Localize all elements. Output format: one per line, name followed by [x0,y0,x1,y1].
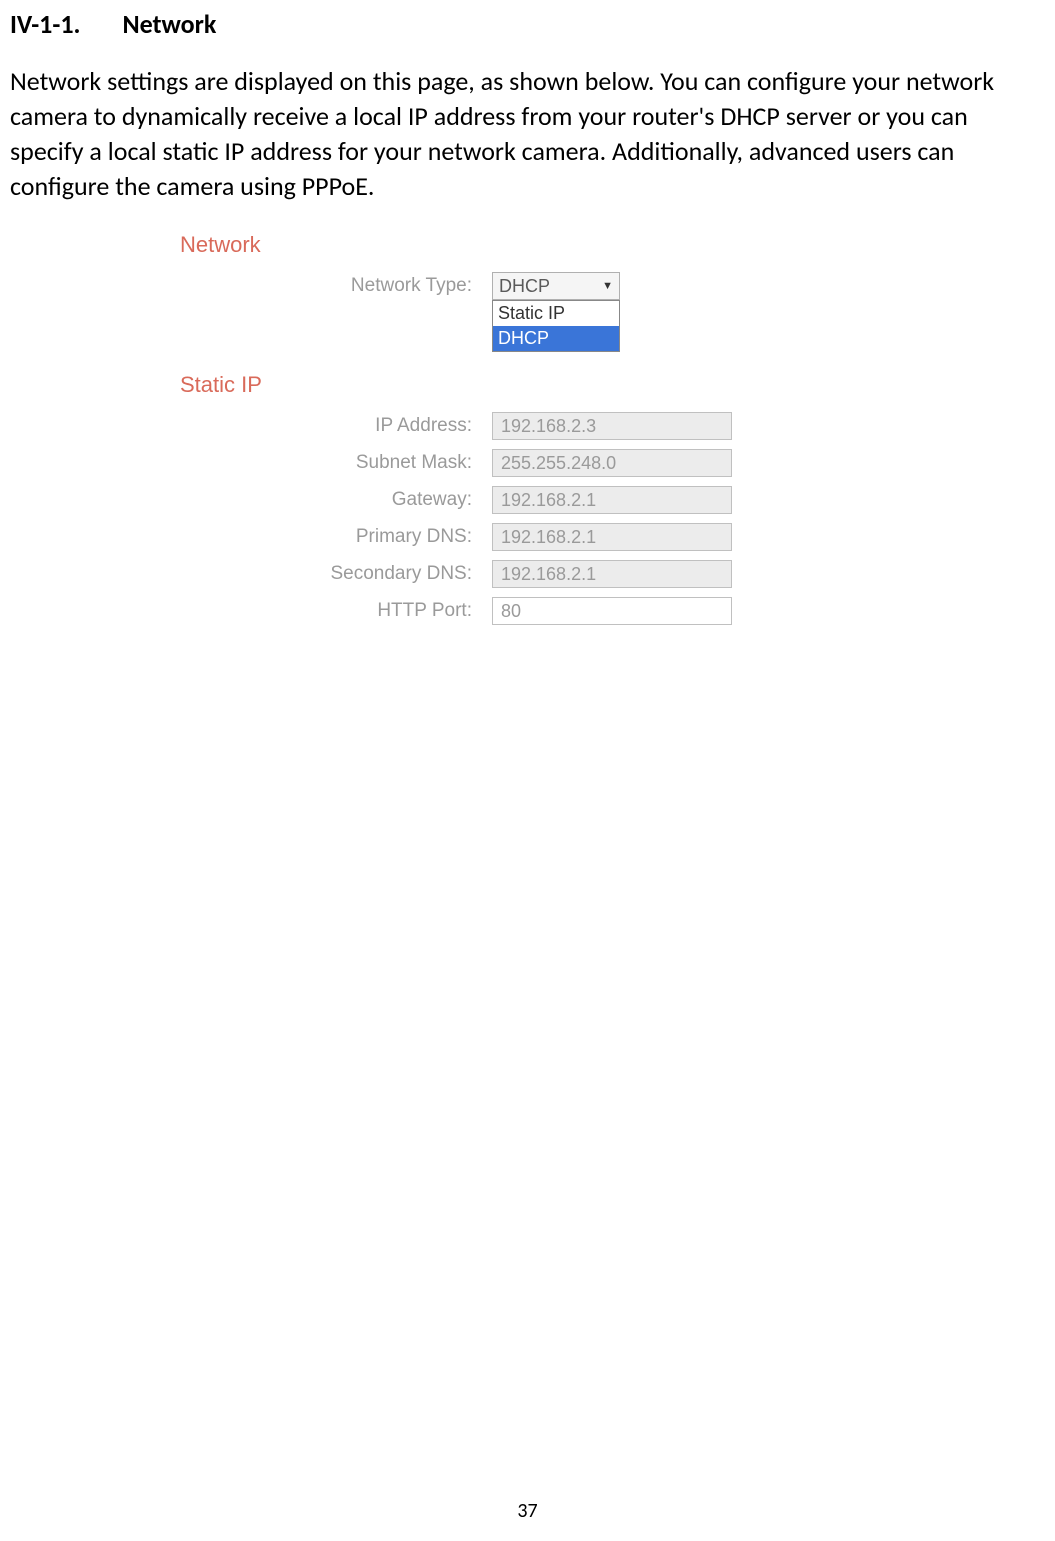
dropdown-option-dhcp[interactable]: DHCP [493,326,619,351]
subnet-mask-input[interactable] [492,449,732,477]
chevron-down-icon: ▼ [602,280,613,292]
gateway-input[interactable] [492,486,732,514]
network-type-dropdown: Static IP DHCP [492,300,620,352]
ip-address-row: IP Address: [180,412,910,440]
settings-panel: Network Network Type: DHCP ▼ Static IP D… [180,232,910,625]
subnet-mask-label: Subnet Mask: [290,452,492,474]
dropdown-option-static-ip[interactable]: Static IP [493,301,619,326]
section-heading: IV-1-1. Network [10,8,1045,40]
page-number: 37 [0,1499,1055,1523]
primary-dns-row: Primary DNS: [180,523,910,551]
intro-paragraph: Network settings are displayed on this p… [10,64,1045,204]
http-port-row: HTTP Port: [180,597,910,625]
gateway-label: Gateway: [290,489,492,511]
subnet-mask-row: Subnet Mask: [180,449,910,477]
secondary-dns-row: Secondary DNS: [180,560,910,588]
network-type-select[interactable]: DHCP ▼ [492,272,620,300]
network-type-select-wrap: DHCP ▼ Static IP DHCP [492,272,620,300]
http-port-label: HTTP Port: [290,600,492,622]
secondary-dns-input[interactable] [492,560,732,588]
network-type-selected-value: DHCP [499,276,550,297]
gateway-row: Gateway: [180,486,910,514]
secondary-dns-label: Secondary DNS: [290,563,492,585]
primary-dns-label: Primary DNS: [290,526,492,548]
static-ip-section-title: Static IP [180,372,910,398]
section-number: IV-1-1. [10,8,80,40]
ip-address-input[interactable] [492,412,732,440]
section-title: Network [122,8,216,40]
primary-dns-input[interactable] [492,523,732,551]
ip-address-label: IP Address: [290,415,492,437]
network-type-label: Network Type: [290,275,492,297]
network-type-row: Network Type: DHCP ▼ Static IP DHCP [180,272,910,300]
http-port-input[interactable] [492,597,732,625]
network-section-title: Network [180,232,910,258]
